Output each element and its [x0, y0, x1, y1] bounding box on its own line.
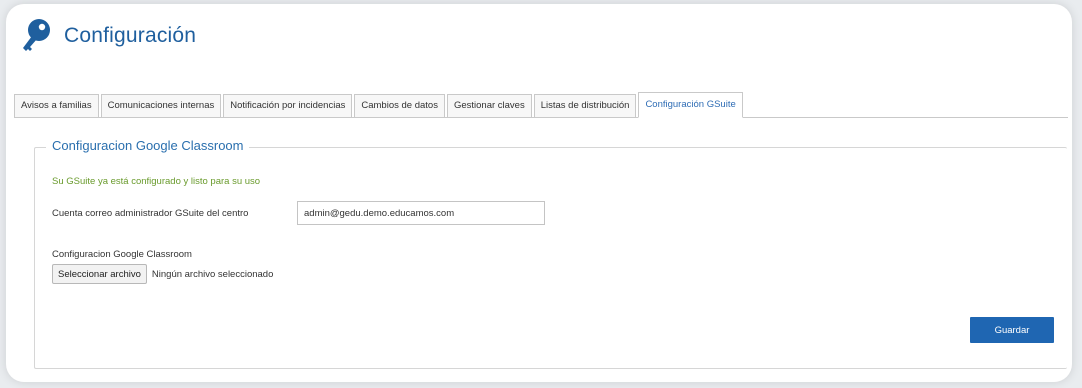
success-message: Su GSuite ya está configurado y listo pa…: [52, 176, 261, 187]
choose-file-button[interactable]: Seleccionar archivo: [52, 264, 147, 284]
email-field[interactable]: [297, 201, 545, 225]
page-header: Configuración: [20, 16, 196, 56]
tab-gestionar-claves[interactable]: Gestionar claves: [446, 94, 532, 117]
tab-listas-distribucion[interactable]: Listas de distribución: [533, 94, 637, 117]
tab-cambios-datos[interactable]: Cambios de datos: [354, 94, 445, 117]
save-button[interactable]: Guardar: [970, 317, 1054, 343]
file-picker: Seleccionar archivo Ningún archivo selec…: [52, 264, 273, 284]
tab-avisos-familias[interactable]: Avisos a familias: [14, 94, 99, 117]
tab-notificacion-incidencias[interactable]: Notificación por incidencias: [223, 94, 353, 117]
page-title: Configuración: [64, 24, 197, 47]
key-icon: [23, 19, 50, 51]
fieldset-legend: Configuracion Google Classroom: [46, 138, 250, 153]
email-label: Cuenta correo administrador GSuite del c…: [52, 208, 249, 219]
tab-configuracion-gsuite[interactable]: Configuración GSuite: [638, 92, 743, 118]
tab-comunicaciones-internas[interactable]: Comunicaciones internas: [100, 94, 222, 117]
tab-bar: Avisos a familias Comunicaciones interna…: [14, 92, 1068, 118]
file-status: Ningún archivo seleccionado: [151, 268, 274, 280]
file-label: Configuracion Google Classroom: [52, 249, 192, 260]
